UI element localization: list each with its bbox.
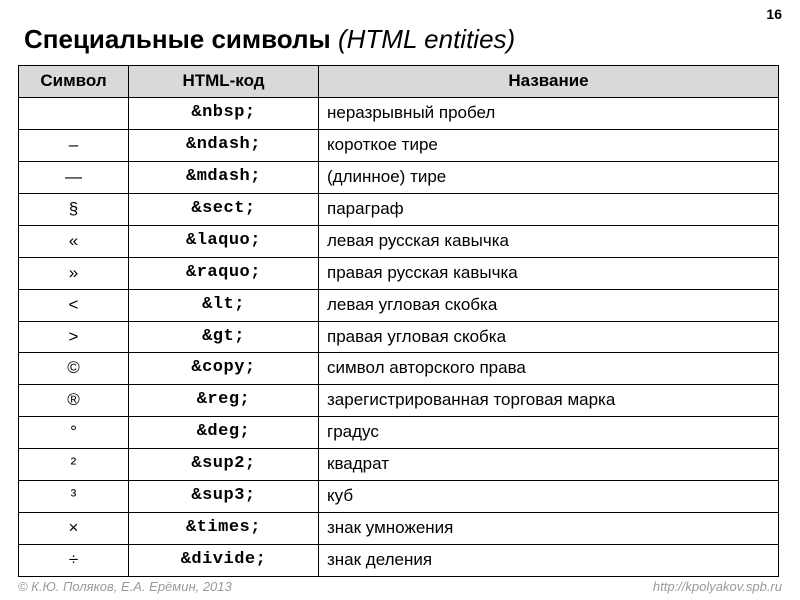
title-main: Специальные символы: [24, 24, 331, 54]
table-row: <&lt;левая угловая скобка: [19, 289, 779, 321]
cell-symbol: >: [19, 321, 129, 353]
page-number: 16: [766, 6, 782, 22]
table-row: ©&copy;символ авторского права: [19, 353, 779, 385]
table-row: «&laquo;левая русская кавычка: [19, 225, 779, 257]
table-row: ÷&divide;знак деления: [19, 545, 779, 577]
table-row: ®&reg;зарегистрированная торговая марка: [19, 385, 779, 417]
table-row: §&sect;параграф: [19, 193, 779, 225]
cell-symbol: –: [19, 129, 129, 161]
cell-symbol: ³: [19, 481, 129, 513]
cell-name: куб: [319, 481, 779, 513]
cell-symbol: §: [19, 193, 129, 225]
cell-name: короткое тире: [319, 129, 779, 161]
cell-code: &lt;: [129, 289, 319, 321]
cell-name: левая угловая скобка: [319, 289, 779, 321]
cell-code: &times;: [129, 513, 319, 545]
table-header-row: Символ HTML-код Название: [19, 66, 779, 98]
cell-code: &gt;: [129, 321, 319, 353]
cell-name: символ авторского права: [319, 353, 779, 385]
cell-symbol: «: [19, 225, 129, 257]
cell-name: неразрывный пробел: [319, 97, 779, 129]
cell-symbol: ×: [19, 513, 129, 545]
cell-name: знак деления: [319, 545, 779, 577]
header-symbol: Символ: [19, 66, 129, 98]
cell-symbol: »: [19, 257, 129, 289]
table-row: —&mdash;(длинное) тире: [19, 161, 779, 193]
cell-code: &sup2;: [129, 449, 319, 481]
cell-symbol: °: [19, 417, 129, 449]
cell-code: &mdash;: [129, 161, 319, 193]
cell-symbol: [19, 97, 129, 129]
table-row: °&deg;градус: [19, 417, 779, 449]
cell-name: квадрат: [319, 449, 779, 481]
cell-code: &deg;: [129, 417, 319, 449]
cell-code: &reg;: [129, 385, 319, 417]
footer: © К.Ю. Поляков, Е.А. Ерёмин, 2013 http:/…: [18, 579, 782, 594]
table-row: ³&sup3;куб: [19, 481, 779, 513]
entities-table: Символ HTML-код Название &nbsp;неразрывн…: [18, 65, 779, 577]
cell-name: (длинное) тире: [319, 161, 779, 193]
header-name: Название: [319, 66, 779, 98]
cell-symbol: ©: [19, 353, 129, 385]
cell-name: зарегистрированная торговая марка: [319, 385, 779, 417]
cell-symbol: ®: [19, 385, 129, 417]
title-sub: (HTML entities): [338, 24, 515, 54]
cell-code: &laquo;: [129, 225, 319, 257]
cell-code: &ndash;: [129, 129, 319, 161]
cell-name: левая русская кавычка: [319, 225, 779, 257]
cell-name: параграф: [319, 193, 779, 225]
table-row: ×&times;знак умножения: [19, 513, 779, 545]
page-title: Специальные символы (HTML entities): [0, 0, 800, 65]
header-code: HTML-код: [129, 66, 319, 98]
cell-symbol: —: [19, 161, 129, 193]
footer-left: © К.Ю. Поляков, Е.А. Ерёмин, 2013: [18, 579, 232, 594]
cell-name: правая русская кавычка: [319, 257, 779, 289]
cell-name: знак умножения: [319, 513, 779, 545]
cell-code: &sup3;: [129, 481, 319, 513]
cell-name: градус: [319, 417, 779, 449]
cell-code: &raquo;: [129, 257, 319, 289]
cell-symbol: ÷: [19, 545, 129, 577]
cell-code: &divide;: [129, 545, 319, 577]
table-row: –&ndash;короткое тире: [19, 129, 779, 161]
table-row: ²&sup2;квадрат: [19, 449, 779, 481]
footer-right: http://kpolyakov.spb.ru: [653, 579, 782, 594]
cell-symbol: ²: [19, 449, 129, 481]
table-row: >&gt;правая угловая скобка: [19, 321, 779, 353]
cell-code: &sect;: [129, 193, 319, 225]
cell-code: &copy;: [129, 353, 319, 385]
cell-name: правая угловая скобка: [319, 321, 779, 353]
table-row: &nbsp;неразрывный пробел: [19, 97, 779, 129]
cell-symbol: <: [19, 289, 129, 321]
table-row: »&raquo;правая русская кавычка: [19, 257, 779, 289]
cell-code: &nbsp;: [129, 97, 319, 129]
